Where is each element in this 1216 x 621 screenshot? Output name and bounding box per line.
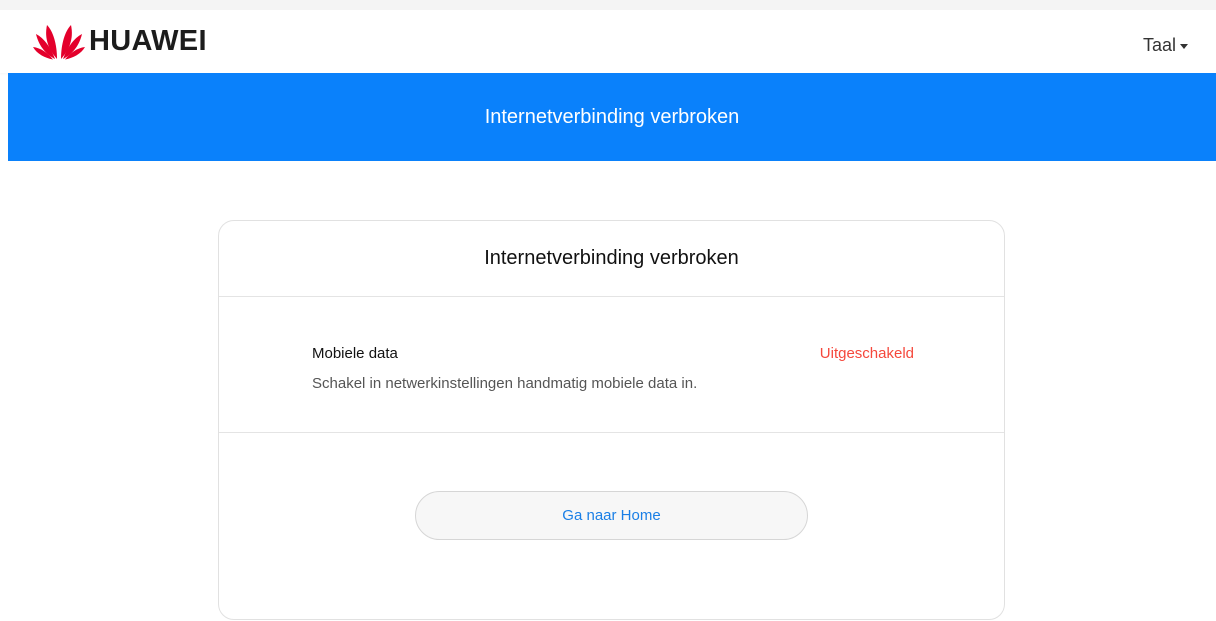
go-home-button[interactable]: Ga naar Home	[415, 491, 808, 540]
card-title: Internetverbinding verbroken	[484, 247, 739, 269]
browser-edge	[0, 0, 1216, 10]
status-card: Internetverbinding verbroken Mobiele dat…	[218, 220, 1005, 620]
language-label: Taal	[1142, 35, 1176, 55]
mobile-data-label: Mobiele data	[312, 345, 398, 362]
card-body: Mobiele data Uitgeschakeld Schakel in ne…	[219, 297, 1004, 433]
top-bar: HUAWEI Taal	[0, 0, 1216, 73]
banner-title: Internetverbinding verbroken	[484, 105, 740, 128]
caret-down-icon	[1180, 44, 1188, 49]
huawei-flower-icon	[33, 25, 85, 60]
card-footer: Ga naar Home	[219, 433, 1004, 621]
status-banner: Internetverbinding verbroken	[8, 73, 1216, 161]
language-dropdown[interactable]: Taal	[1143, 35, 1188, 56]
mobile-data-description: Schakel in netwerkinstellingen handmatig…	[312, 375, 698, 392]
logo-text: HUAWEI	[89, 25, 207, 57]
huawei-logo: HUAWEI	[33, 22, 207, 60]
card-header: Internetverbinding verbroken	[219, 221, 1004, 297]
mobile-data-status: Uitgeschakeld	[819, 345, 914, 362]
